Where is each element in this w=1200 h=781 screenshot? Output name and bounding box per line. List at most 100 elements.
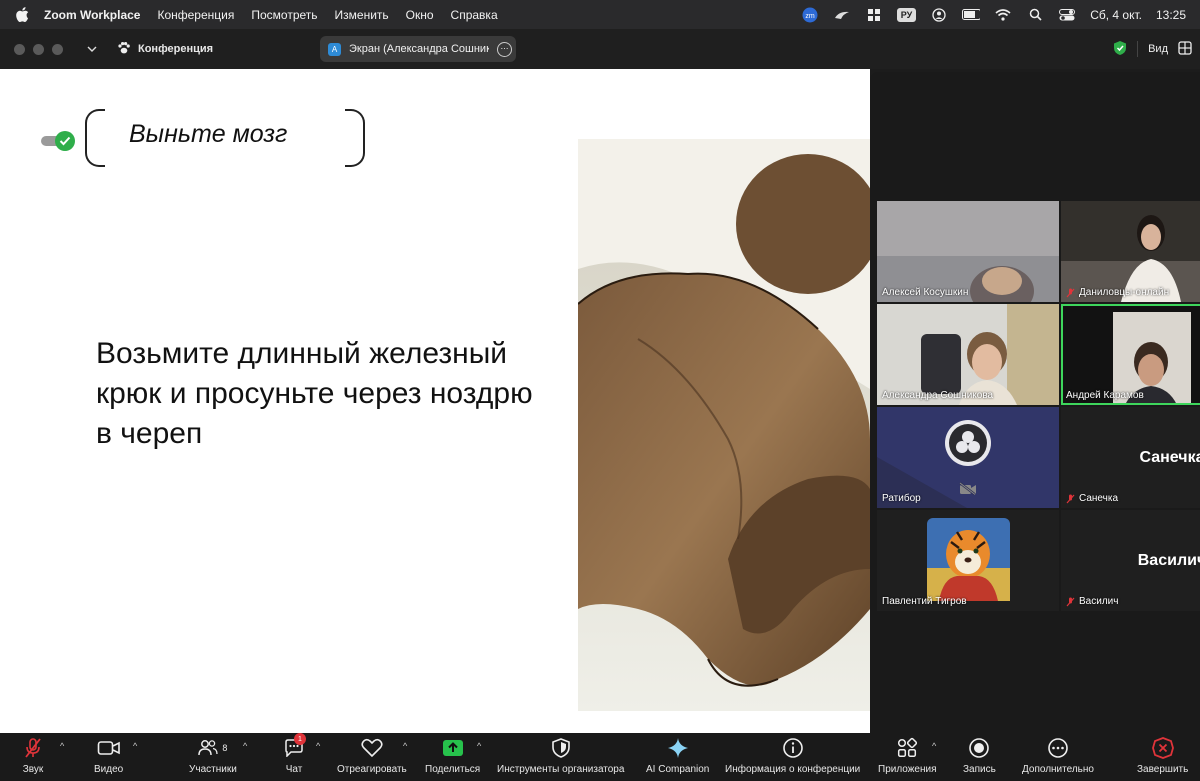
paw-icon — [117, 41, 131, 58]
more-button[interactable]: Дополнительно — [1022, 737, 1094, 779]
apps-icon — [896, 737, 918, 759]
participants-icon — [198, 740, 219, 756]
menubar-date[interactable]: Сб, 4 окт. — [1090, 8, 1142, 22]
more-dots-icon — [1047, 737, 1069, 759]
tiger-avatar — [927, 518, 1010, 601]
spotlight-search-icon[interactable] — [1026, 8, 1044, 22]
participant-tile[interactable]: Василич Василич — [1061, 510, 1200, 611]
shared-screen-label: Экран (Александра Сошникова) — [349, 43, 489, 55]
input-language-indicator[interactable]: РУ — [896, 7, 917, 22]
security-shield-icon[interactable] — [1113, 40, 1127, 59]
participants-count: 8 — [222, 743, 228, 753]
apps-options-caret[interactable]: ^ — [932, 741, 936, 751]
share-arrow-icon — [442, 737, 464, 759]
slide-heading: Выньте мозг — [129, 120, 288, 148]
mic-muted-icon — [22, 737, 44, 759]
shared-screen-tab[interactable]: A Экран (Александра Сошникова) ⋯ — [320, 36, 516, 62]
share-options-caret[interactable]: ^ — [477, 741, 481, 751]
apple-icon[interactable] — [16, 7, 30, 22]
zoom-titlebar: Конференция A Экран (Александра Сошников… — [0, 29, 1200, 69]
participant-display-name: Санечка — [1139, 449, 1200, 466]
video-button[interactable]: Видео — [94, 737, 123, 779]
menu-edit[interactable]: Изменить — [335, 8, 389, 22]
mic-muted-icon — [1066, 597, 1075, 606]
record-icon — [968, 737, 990, 759]
end-meeting-button[interactable]: Завершить — [1137, 737, 1188, 779]
shared-screen-content: Выньте мозг Возьмите длинный железный кр… — [0, 69, 870, 733]
participant-tile-active-speaker[interactable]: Андрей Карамов — [1061, 304, 1200, 405]
minimize-window-button[interactable] — [33, 43, 44, 55]
ai-companion-button[interactable]: AI Companion — [646, 737, 709, 779]
menu-window[interactable]: Окно — [406, 8, 434, 22]
end-call-icon — [1151, 737, 1174, 759]
chat-bubble-icon: 1 — [284, 733, 306, 759]
mic-muted-icon — [1066, 494, 1075, 503]
toolbar-divider — [1137, 41, 1139, 57]
chat-unread-badge: 1 — [294, 733, 306, 745]
meeting-toolbar: Звук ^ Видео ^ 8 Участники ^ 1 Чат ^ Отр… — [0, 733, 1200, 781]
sparkle-icon — [667, 737, 689, 759]
participant-name: Алексей Косушкин — [882, 287, 969, 298]
participant-name: Павлентий Тигров — [882, 596, 967, 607]
slide-toggle — [41, 131, 76, 151]
control-center-icon[interactable] — [1058, 8, 1076, 22]
more-options-icon[interactable]: ⋯ — [497, 41, 512, 57]
participants-options-caret[interactable]: ^ — [243, 741, 247, 751]
chevron-down-icon[interactable] — [85, 46, 99, 52]
shield-icon — [551, 737, 570, 759]
participants-button[interactable]: 8 Участники — [189, 737, 237, 779]
svg-text:zm: zm — [805, 13, 815, 20]
close-window-button[interactable] — [14, 43, 25, 55]
participant-gallery: Алексей Косушкин Даниловцы-онлайн Алекса… — [870, 72, 1200, 734]
chat-button[interactable]: 1 Чат — [284, 733, 306, 779]
system-menubar: Zoom Workplace Конференция Посмотреть Из… — [0, 0, 1200, 29]
battery-icon[interactable] — [962, 8, 981, 22]
meeting-title[interactable]: Конференция — [117, 41, 213, 58]
view-button[interactable]: Вид — [1148, 43, 1168, 55]
participant-name: Андрей Карамов — [1066, 390, 1144, 401]
menu-help[interactable]: Справка — [451, 8, 498, 22]
view-grid-icon[interactable] — [1178, 40, 1192, 58]
window-grid-icon[interactable] — [865, 8, 883, 22]
video-camera-icon — [97, 737, 121, 759]
participant-tile[interactable]: Санечка Санечка — [1061, 407, 1200, 508]
participant-name: Василич — [1066, 596, 1118, 607]
meeting-title-label: Конференция — [138, 43, 214, 55]
slide-illustration — [578, 139, 870, 711]
meeting-info-button[interactable]: Информация о конференции — [725, 737, 860, 779]
info-icon — [782, 737, 804, 759]
view-controls: Вид — [1113, 37, 1192, 61]
participant-tile[interactable]: Алексей Косушкин — [877, 201, 1059, 302]
slide-body-text: Возьмите длинный железный крюк и просунь… — [96, 337, 533, 450]
zoom-status-icon[interactable]: zm — [801, 7, 819, 22]
menu-conference[interactable]: Конференция — [157, 8, 234, 22]
wifi-icon[interactable] — [994, 8, 1012, 22]
chat-options-caret[interactable]: ^ — [316, 741, 320, 751]
participant-name: Ратибор — [882, 493, 921, 504]
user-account-icon[interactable] — [930, 7, 948, 22]
participant-name: Даниловцы-онлайн — [1066, 287, 1169, 298]
participant-tile[interactable]: Павлентий Тигров — [877, 510, 1059, 611]
menu-view[interactable]: Посмотреть — [251, 8, 317, 22]
sharer-avatar: A — [328, 42, 341, 56]
participant-name: Санечка — [1066, 493, 1118, 504]
audio-button[interactable]: Звук — [22, 737, 44, 779]
slide-heading-box: Выньте мозг — [85, 109, 365, 167]
apps-button[interactable]: Приложения — [878, 737, 937, 779]
heart-icon — [361, 737, 383, 759]
audio-options-caret[interactable]: ^ — [60, 741, 64, 751]
camera-off-icon — [959, 482, 977, 500]
video-options-caret[interactable]: ^ — [133, 741, 137, 751]
participant-tile[interactable]: Александра Сошникова — [877, 304, 1059, 405]
menubar-time[interactable]: 13:25 — [1156, 8, 1186, 22]
cloud-app-icon[interactable] — [833, 8, 851, 22]
react-options-caret[interactable]: ^ — [403, 741, 407, 751]
host-tools-button[interactable]: Инструменты организатора — [497, 737, 624, 779]
share-screen-button[interactable]: Поделиться — [425, 737, 480, 779]
participant-tile[interactable]: Даниловцы-онлайн — [1061, 201, 1200, 302]
zoom-window-button[interactable] — [52, 43, 63, 55]
participant-tile[interactable]: Ратибор — [877, 407, 1059, 508]
menu-app-name[interactable]: Zoom Workplace — [44, 8, 140, 22]
react-button[interactable]: Отреагировать — [337, 737, 407, 779]
record-button[interactable]: Запись — [963, 737, 996, 779]
